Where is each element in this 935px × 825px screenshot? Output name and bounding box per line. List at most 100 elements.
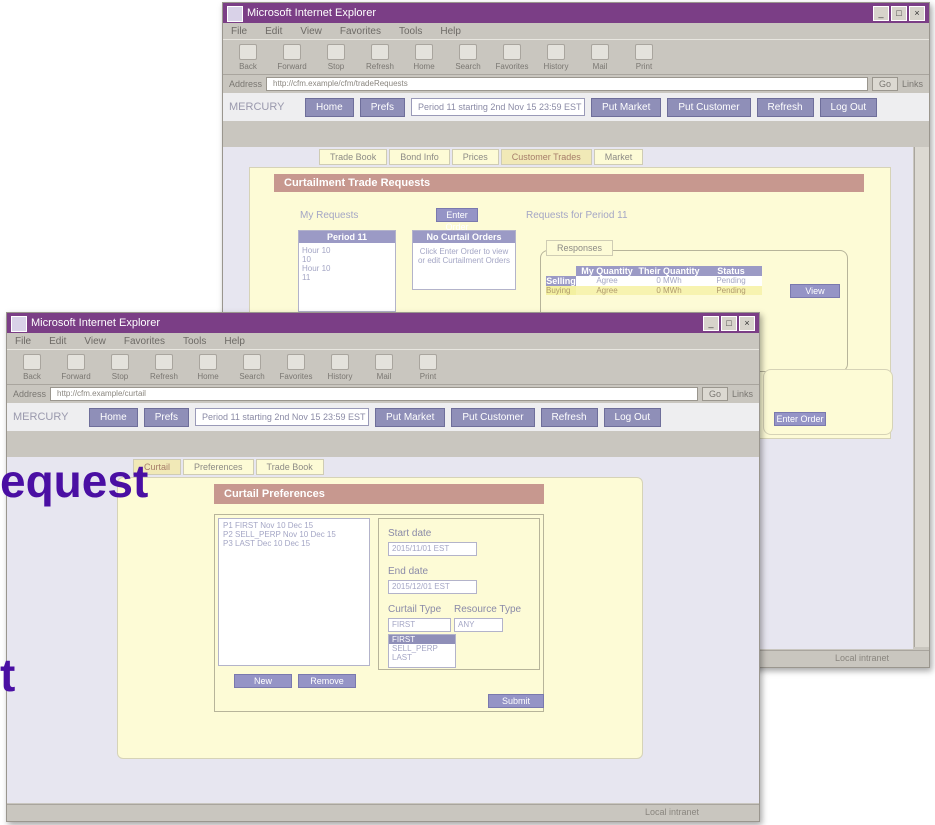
home-button[interactable]: Home: [409, 43, 439, 71]
back-menubar: File Edit View Favorites Tools Help: [223, 23, 929, 39]
logout-button[interactable]: Log Out: [603, 407, 662, 427]
menu-tools[interactable]: Tools: [399, 26, 422, 37]
remove-button[interactable]: Remove: [298, 674, 356, 688]
menu-help[interactable]: Help: [440, 26, 461, 37]
back-app-navbar: MERCURY Home Prefs Period 11 starting 2n…: [223, 93, 929, 121]
refresh-button[interactable]: Refresh: [149, 353, 179, 381]
print-button[interactable]: Print: [413, 353, 443, 381]
address-input[interactable]: http://cfm.example/cfm/tradeRequests: [266, 77, 868, 91]
menu-tools[interactable]: Tools: [183, 336, 206, 347]
back-lower-panel: Enter Order: [763, 369, 893, 435]
curtail-type-select[interactable]: FIRST: [388, 618, 451, 632]
forward-button[interactable]: Forward: [277, 43, 307, 71]
tab-market[interactable]: Market: [593, 149, 644, 165]
tab-bond-info[interactable]: Bond Info: [389, 149, 450, 165]
menu-edit[interactable]: Edit: [49, 336, 66, 347]
period-select[interactable]: Period 11 starting 2nd Nov 15 23:59 EST: [411, 98, 586, 116]
resource-type-select[interactable]: ANY: [454, 618, 503, 632]
curtail-option-list[interactable]: FIRST SELL_PERP LAST: [388, 634, 456, 668]
list-item[interactable]: P1 FIRST Nov 10 Dec 15: [219, 519, 369, 530]
table-row: Buying Agree 0 MWh Pending: [546, 286, 764, 295]
links-label[interactable]: Links: [902, 79, 923, 89]
mail-button[interactable]: Mail: [585, 43, 615, 71]
col-status: Status: [700, 266, 762, 276]
mail-button[interactable]: Mail: [369, 353, 399, 381]
tab-trade-book[interactable]: Trade Book: [255, 459, 324, 475]
tab-trade-book[interactable]: Trade Book: [319, 149, 388, 165]
home-button[interactable]: Home: [193, 353, 223, 381]
option-sell-perp[interactable]: SELL_PERP: [389, 644, 455, 653]
period-select[interactable]: Period 11 starting 2nd Nov 15 23:59 EST: [195, 408, 370, 426]
enter-order-button[interactable]: Enter Order: [436, 208, 478, 232]
forward-button[interactable]: Forward: [61, 353, 91, 381]
menu-favorites[interactable]: Favorites: [340, 26, 381, 37]
stop-button[interactable]: Stop: [321, 43, 351, 71]
menu-edit[interactable]: Edit: [265, 26, 282, 37]
new-button[interactable]: New: [234, 674, 292, 688]
option-last[interactable]: LAST: [389, 653, 455, 662]
refresh-button[interactable]: Refresh: [365, 43, 395, 71]
menu-help[interactable]: Help: [224, 336, 245, 347]
put-customer-button[interactable]: Put Customer: [667, 97, 751, 117]
put-market-button[interactable]: Put Market: [375, 407, 446, 427]
maximize-icon[interactable]: □: [891, 6, 907, 21]
logout-button[interactable]: Log Out: [819, 97, 878, 117]
home-icon: [415, 43, 433, 60]
option-first[interactable]: FIRST: [389, 635, 455, 644]
submit-button[interactable]: Submit: [488, 694, 544, 708]
print-button[interactable]: Print: [629, 43, 659, 71]
view-button[interactable]: View: [790, 284, 840, 298]
home-nav-button[interactable]: Home: [305, 97, 354, 117]
home-icon: [199, 353, 217, 370]
list-item[interactable]: P3 LAST Dec 10 Dec 15: [219, 539, 369, 548]
refresh-nav-button[interactable]: Refresh: [756, 97, 814, 117]
preferences-list[interactable]: P1 FIRST Nov 10 Dec 15 P2 SELL_PERP Nov …: [218, 518, 370, 666]
front-menubar: File Edit View Favorites Tools Help: [7, 333, 759, 349]
prefs-nav-button[interactable]: Prefs: [359, 97, 406, 117]
go-button[interactable]: Go: [871, 77, 898, 91]
back-tabs: Trade Book Bond Info Prices Customer Tra…: [319, 149, 644, 165]
search-button[interactable]: Search: [453, 43, 483, 71]
responses-tab-row: Responses: [546, 240, 614, 256]
menu-favorites[interactable]: Favorites: [124, 336, 165, 347]
links-label[interactable]: Links: [732, 389, 753, 399]
stop-button[interactable]: Stop: [105, 353, 135, 381]
favorites-button[interactable]: Favorites: [496, 43, 528, 71]
list-item[interactable]: P2 SELL_PERP Nov 10 Dec 15: [219, 530, 369, 539]
address-input[interactable]: http://cfm.example/curtail: [50, 387, 698, 401]
tab-preferences[interactable]: Preferences: [183, 459, 254, 475]
back-button[interactable]: Back: [17, 353, 47, 381]
maximize-icon[interactable]: □: [721, 316, 737, 331]
front-statusbar: Local intranet: [7, 804, 759, 821]
go-button[interactable]: Go: [701, 387, 728, 401]
menu-view[interactable]: View: [84, 336, 106, 347]
tab-responses[interactable]: Responses: [546, 240, 614, 256]
section-title: Curtail Preferences: [214, 484, 544, 504]
menu-file[interactable]: File: [15, 336, 31, 347]
end-date-label: End date: [388, 566, 429, 577]
minimize-icon[interactable]: _: [873, 6, 889, 21]
refresh-nav-button[interactable]: Refresh: [540, 407, 598, 427]
favorites-button[interactable]: Favorites: [280, 353, 312, 381]
start-date-input[interactable]: 2015/11/01 EST: [388, 542, 477, 556]
back-arrow-icon: [239, 43, 257, 60]
enter-order-button-2[interactable]: Enter Order: [774, 412, 826, 426]
close-icon[interactable]: ×: [909, 6, 925, 21]
back-scrollbar[interactable]: [914, 147, 929, 647]
put-customer-button[interactable]: Put Customer: [451, 407, 535, 427]
back-button[interactable]: Back: [233, 43, 263, 71]
tab-customer-trades[interactable]: Customer Trades: [500, 149, 592, 165]
menu-file[interactable]: File: [231, 26, 247, 37]
close-icon[interactable]: ×: [739, 316, 755, 331]
end-date-input[interactable]: 2015/12/01 EST: [388, 580, 477, 594]
put-market-button[interactable]: Put Market: [591, 97, 662, 117]
tab-prices[interactable]: Prices: [451, 149, 499, 165]
home-nav-button[interactable]: Home: [89, 407, 138, 427]
history-button[interactable]: History: [541, 43, 571, 71]
forward-arrow-icon: [283, 43, 301, 60]
history-button[interactable]: History: [325, 353, 355, 381]
search-button[interactable]: Search: [237, 353, 267, 381]
minimize-icon[interactable]: _: [703, 316, 719, 331]
prefs-nav-button[interactable]: Prefs: [143, 407, 190, 427]
menu-view[interactable]: View: [300, 26, 322, 37]
